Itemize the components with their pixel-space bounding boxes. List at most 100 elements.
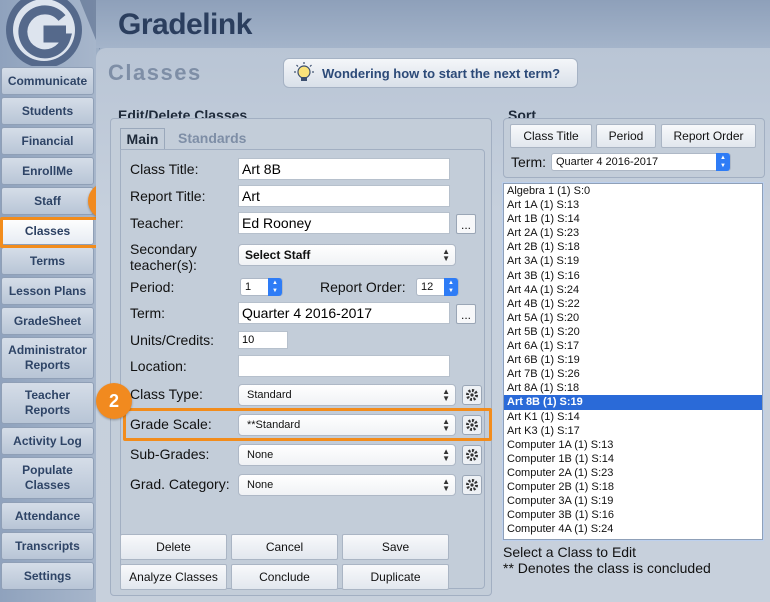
class-title-label: Class Title: — [130, 161, 199, 177]
report-order-select[interactable]: 12 ▲ ▼ — [416, 278, 459, 296]
sidebar-item-attendance[interactable]: Attendance — [1, 502, 94, 530]
sub-grades-settings-button[interactable] — [462, 445, 482, 465]
sidebar-item-students[interactable]: Students — [1, 97, 94, 125]
secondary-teacher-label: Secondary teacher(s): — [130, 241, 197, 273]
list-item[interactable]: Art 8B (1) S:19 — [504, 395, 762, 410]
list-item[interactable]: Art 1B (1) S:14 — [504, 212, 762, 226]
report-title-label: Report Title: — [130, 188, 206, 204]
list-item[interactable]: Art 6B (1) S:19 — [504, 353, 762, 367]
list-item[interactable]: Computer 3B (1) S:16 — [504, 508, 762, 522]
sort-class-title-button[interactable]: Class Title — [510, 124, 592, 148]
class-title-input[interactable] — [238, 158, 450, 180]
report-title-input[interactable] — [238, 185, 450, 207]
list-item[interactable]: Algebra 1 (1) S:0 — [504, 184, 762, 198]
list-item[interactable]: Computer 1B (1) S:14 — [504, 452, 762, 466]
sidebar-item-activity-log[interactable]: Activity Log — [1, 427, 94, 455]
sidebar-item-settings[interactable]: Settings — [1, 562, 94, 590]
sub-grades-select[interactable]: None ▲ ▼ — [238, 444, 456, 466]
tab-standards[interactable]: Standards — [178, 130, 246, 146]
sort-term-select[interactable]: Quarter 4 2016-2017 ▲ ▼ — [551, 153, 731, 171]
grade-scale-select[interactable]: **Standard ▲ ▼ — [238, 414, 456, 436]
sort-report-order-button[interactable]: Report Order — [661, 124, 756, 148]
grad-category-select[interactable]: None ▲ ▼ — [238, 474, 456, 496]
sidebar-item-populate-classes[interactable]: Populate Classes — [1, 457, 94, 499]
list-item[interactable]: Art 4A (1) S:24 — [504, 283, 762, 297]
page-title: Classes — [108, 60, 202, 85]
sidebar-item-lesson-plans[interactable]: Lesson Plans — [1, 277, 94, 305]
class-type-select[interactable]: Standard ▲ ▼ — [238, 384, 456, 406]
grad-category-value: None — [247, 479, 274, 491]
class-type-value: Standard — [247, 389, 292, 401]
list-item[interactable]: Art K3 (1) S:17 — [504, 424, 762, 438]
list-item[interactable]: Art 2A (1) S:23 — [504, 226, 762, 240]
delete-button[interactable]: Delete — [120, 534, 227, 560]
sidebar-item-administrator-reports[interactable]: Administrator Reports — [1, 337, 94, 379]
term-browse-button[interactable]: ... — [456, 304, 476, 324]
list-item[interactable]: Art K1 (1) S:14 — [504, 410, 762, 424]
next-term-help-button[interactable]: Wondering how to start the next term? — [283, 58, 578, 88]
list-item[interactable]: Art 3B (1) S:16 — [504, 269, 762, 283]
grade-scale-settings-button[interactable] — [462, 415, 482, 435]
sub-grades-label: Sub-Grades: — [130, 446, 210, 462]
units-input[interactable] — [238, 331, 288, 349]
sidebar-item-communicate[interactable]: Communicate — [1, 67, 94, 95]
list-item[interactable]: Art 1A (1) S:13 — [504, 198, 762, 212]
select-arrows-icon: ▲ ▼ — [442, 477, 450, 493]
class-list[interactable]: Algebra 1 (1) S:0 Art 1A (1) S:13 Art 1B (… — [503, 183, 763, 540]
grad-category-settings-button[interactable] — [462, 475, 482, 495]
secondary-teacher-value: Select Staff — [245, 248, 311, 262]
location-input[interactable] — [238, 355, 450, 377]
sidebar-item-terms[interactable]: Terms — [1, 247, 94, 275]
period-value: 1 — [245, 281, 252, 293]
term-input[interactable] — [238, 302, 450, 324]
grad-category-label: Grad. Category: — [130, 476, 230, 492]
tab-main[interactable]: Main — [120, 128, 165, 150]
stepper-icon: ▲ ▼ — [268, 278, 282, 296]
cancel-button[interactable]: Cancel — [231, 534, 338, 560]
report-order-value: 12 — [421, 281, 434, 293]
gear-icon — [466, 479, 478, 491]
grade-scale-value: **Standard — [247, 419, 301, 431]
list-item[interactable]: Computer 1A (1) S:13 — [504, 438, 762, 452]
select-class-note: Select a Class to Edit — [503, 544, 637, 560]
list-item[interactable]: Art 5A (1) S:20 — [504, 311, 762, 325]
list-item[interactable]: Art 5B (1) S:20 — [504, 325, 762, 339]
list-item[interactable]: Art 3A (1) S:19 — [504, 254, 762, 268]
duplicate-button[interactable]: Duplicate — [342, 564, 449, 590]
secondary-teacher-select[interactable]: Select Staff ▲ ▼ — [238, 244, 456, 266]
units-label: Units/Credits: — [130, 332, 215, 348]
sort-period-button[interactable]: Period — [596, 124, 656, 148]
list-item[interactable]: Art 7B (1) S:26 — [504, 367, 762, 381]
sidebar-item-financial[interactable]: Financial — [1, 127, 94, 155]
conclude-button[interactable]: Conclude — [231, 564, 338, 590]
sort-term-value: Quarter 4 2016-2017 — [556, 156, 659, 168]
teacher-input[interactable] — [238, 212, 450, 234]
gear-icon — [466, 419, 478, 431]
teacher-browse-button[interactable]: ... — [456, 214, 476, 234]
list-item[interactable]: Computer 3A (1) S:19 — [504, 494, 762, 508]
grade-scale-label: Grade Scale: — [130, 416, 212, 432]
sidebar-item-gradesheet[interactable]: GradeSheet — [1, 307, 94, 335]
period-select[interactable]: 1 ▲ ▼ — [240, 278, 283, 296]
teacher-label: Teacher: — [130, 215, 184, 231]
sidebar-item-teacher-reports[interactable]: Teacher Reports — [1, 382, 94, 424]
gear-icon — [466, 449, 478, 461]
list-item[interactable]: Computer 2A (1) S:23 — [504, 466, 762, 480]
sub-grades-value: None — [247, 449, 274, 461]
list-item[interactable]: Computer 4A (1) S:24 — [504, 522, 762, 536]
list-item[interactable]: Art 6A (1) S:17 — [504, 339, 762, 353]
sidebar-item-enrollme[interactable]: EnrollMe — [1, 157, 94, 185]
analyze-classes-button[interactable]: Analyze Classes — [120, 564, 227, 590]
step-badge-2: 2 — [96, 383, 132, 419]
stepper-icon: ▲ ▼ — [444, 278, 458, 296]
sidebar-item-transcripts[interactable]: Transcripts — [1, 532, 94, 560]
sidebar-item-staff[interactable]: Staff — [1, 187, 94, 215]
list-item[interactable]: Computer 2B (1) S:18 — [504, 480, 762, 494]
list-item[interactable]: Art 8A (1) S:18 — [504, 381, 762, 395]
list-item[interactable]: Art 4B (1) S:22 — [504, 297, 762, 311]
list-item[interactable]: Art 2B (1) S:18 — [504, 240, 762, 254]
save-button[interactable]: Save — [342, 534, 449, 560]
location-label: Location: — [130, 358, 187, 374]
gear-icon — [466, 389, 478, 401]
class-type-settings-button[interactable] — [462, 385, 482, 405]
